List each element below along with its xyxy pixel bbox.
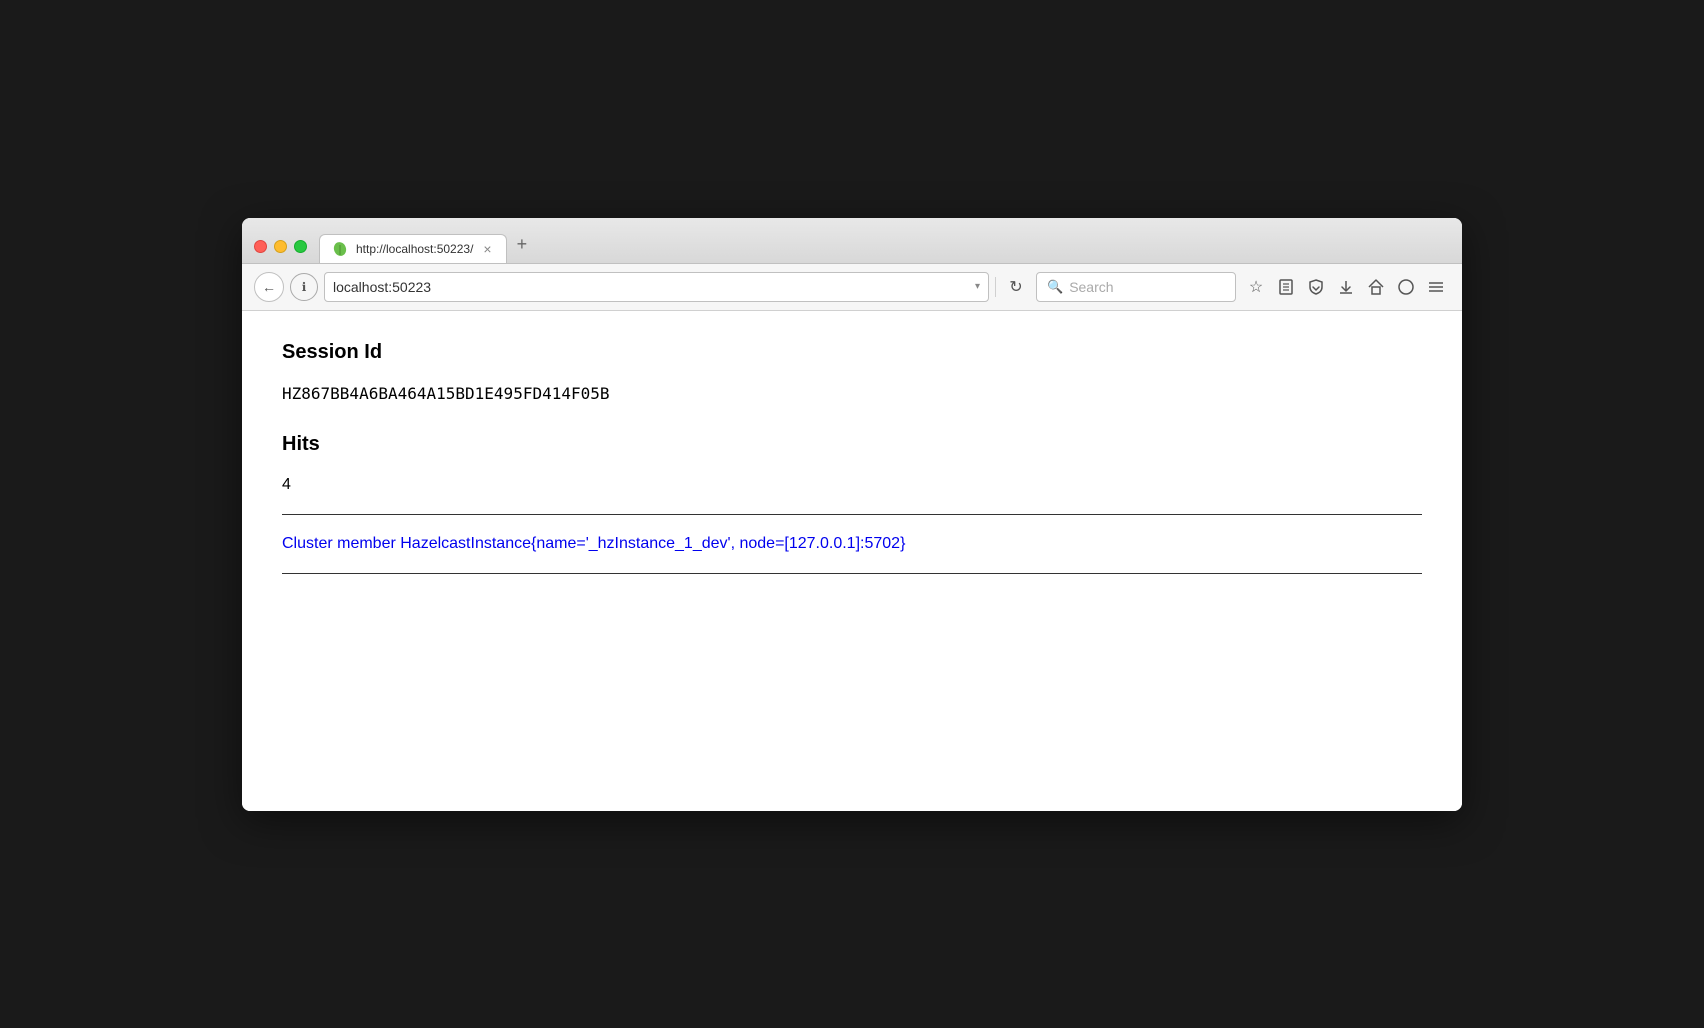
hits-heading: Hits [282,433,1422,456]
search-icon: 🔍 [1047,279,1063,295]
pocket-button[interactable] [1302,273,1330,301]
tab-title: http://localhost:50223/ [356,242,473,256]
nav-divider [995,277,996,297]
reading-list-button[interactable] [1272,273,1300,301]
title-bar: http://localhost:50223/ × + [242,218,1462,264]
back-icon: ← [262,279,276,295]
search-bar[interactable]: 🔍 Search [1036,272,1236,302]
tab-close-button[interactable]: × [481,241,493,257]
home-button[interactable] [1362,273,1390,301]
session-id-heading: Session Id [282,341,1422,364]
page-content: Session Id HZ867BB4A6BA464A15BD1E495FD41… [242,311,1462,811]
divider-1 [282,514,1422,515]
new-tab-button[interactable]: + [507,228,538,263]
reload-button[interactable]: ↻ [1002,273,1030,301]
list-icon [1277,278,1295,296]
download-icon [1337,278,1355,296]
cluster-link[interactable]: Cluster member HazelcastInstance{name='_… [282,535,1422,553]
reload-icon: ↻ [1009,277,1022,297]
back-button[interactable]: ← [254,272,284,302]
address-text: localhost:50223 [333,279,969,295]
chat-icon [1397,278,1415,296]
download-button[interactable] [1332,273,1360,301]
minimize-button[interactable] [274,240,287,253]
search-placeholder: Search [1069,279,1113,295]
session-id-value: HZ867BB4A6BA464A15BD1E495FD414F05B [282,384,1422,403]
tab-favicon [332,241,348,257]
maximize-button[interactable] [294,240,307,253]
browser-window: http://localhost:50223/ × + ← ℹ localhos… [242,218,1462,811]
close-button[interactable] [254,240,267,253]
menu-button[interactable] [1422,273,1450,301]
menu-icon [1427,278,1445,296]
divider-2 [282,573,1422,574]
home-icon [1367,278,1385,296]
active-tab[interactable]: http://localhost:50223/ × [319,234,507,263]
nav-bar: ← ℹ localhost:50223 ▾ ↻ 🔍 Search ☆ [242,264,1462,311]
traffic-lights [254,240,307,263]
chat-button[interactable] [1392,273,1420,301]
dropdown-icon[interactable]: ▾ [975,281,980,292]
address-bar[interactable]: localhost:50223 ▾ [324,272,989,302]
info-icon: ℹ [302,280,307,294]
star-icon: ☆ [1249,277,1263,297]
info-button[interactable]: ℹ [290,273,318,301]
pocket-icon [1307,278,1325,296]
toolbar-icons: ☆ [1242,273,1450,301]
hits-value: 4 [282,476,1422,494]
bookmark-star-button[interactable]: ☆ [1242,273,1270,301]
